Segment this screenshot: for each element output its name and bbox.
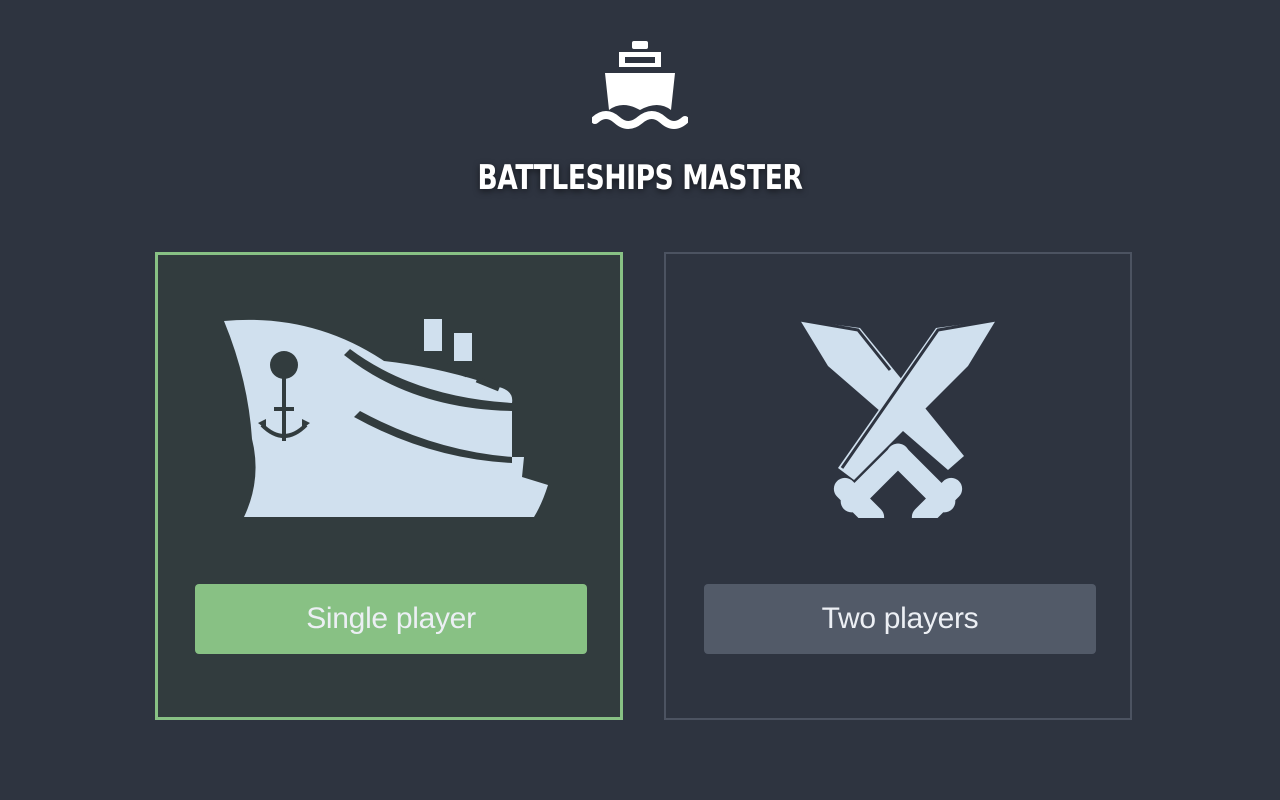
app-title: BATTLESHIPS MASTER <box>477 158 803 198</box>
cruise-ship-icon <box>224 319 548 517</box>
single-player-card[interactable]: Single player <box>155 252 623 720</box>
mode-select-screen: BATTLESHIPS MASTER Single player Two pla… <box>0 0 1280 800</box>
two-players-button[interactable]: Two players <box>704 584 1096 654</box>
ship-on-waves-icon <box>592 41 688 129</box>
single-player-button[interactable]: Single player <box>195 584 587 654</box>
two-players-card[interactable]: Two players <box>664 252 1132 720</box>
crossed-swords-icon <box>799 318 997 518</box>
